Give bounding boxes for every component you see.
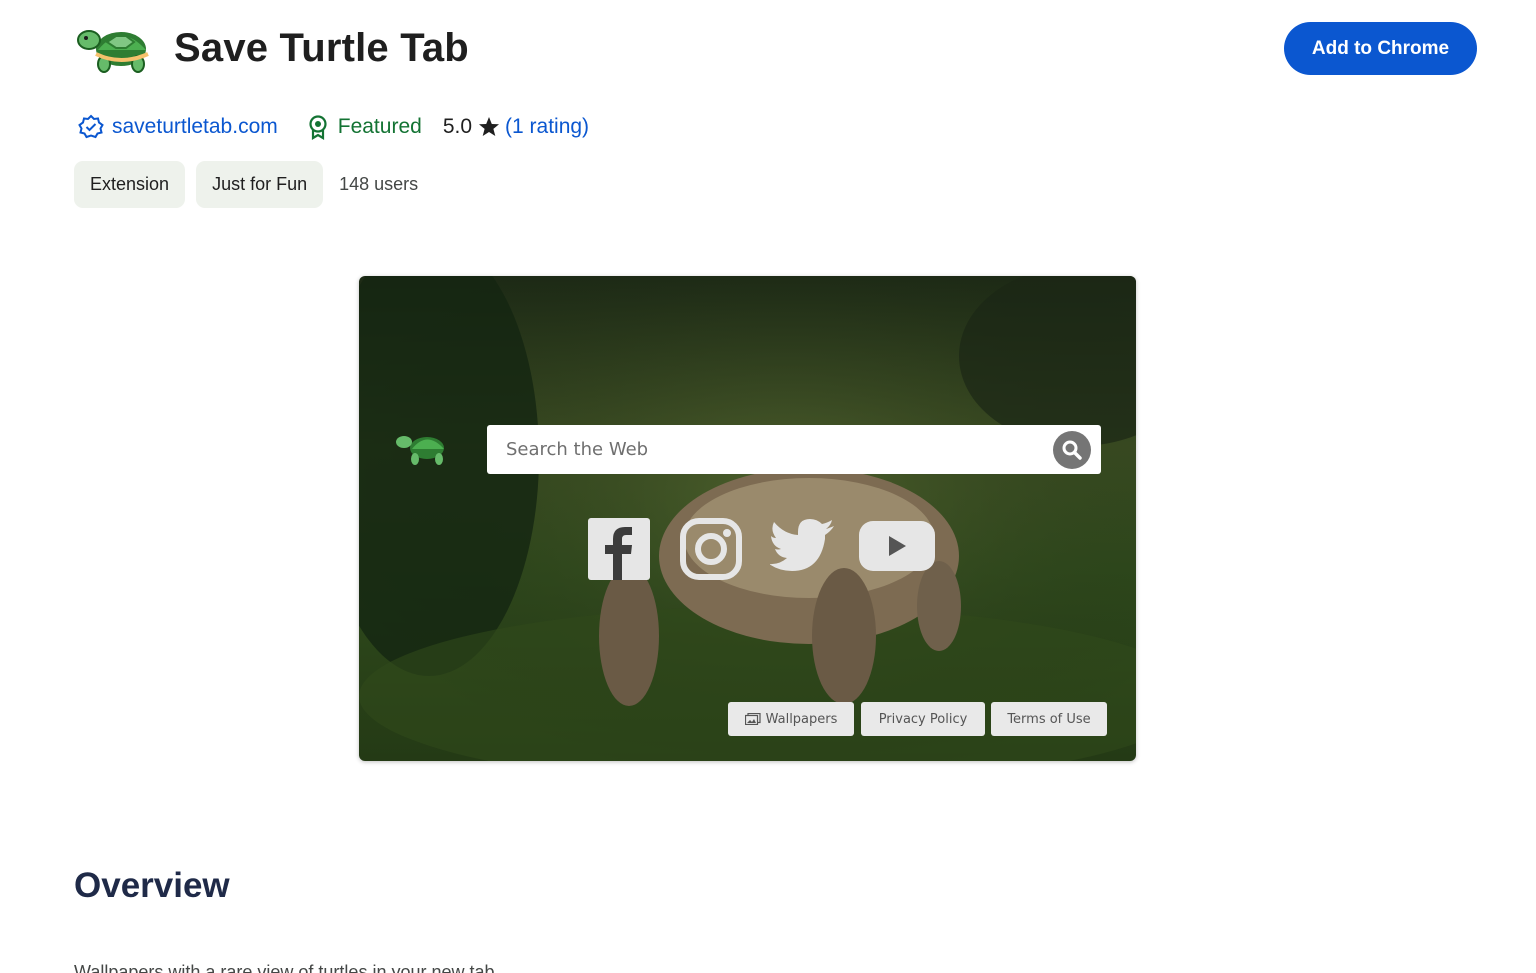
header: Save Turtle Tab [74, 20, 469, 76]
twitter-icon[interactable] [770, 518, 836, 578]
verified-badge-icon [78, 114, 104, 139]
preview-search-box[interactable]: Search the Web [487, 425, 1101, 474]
star-icon [479, 117, 500, 136]
featured-item: Featured [306, 114, 422, 140]
privacy-policy-button[interactable]: Privacy Policy [861, 702, 985, 736]
turtle-background-image [359, 276, 1136, 761]
screenshot-preview[interactable]: Search the Web Wallpapers Privacy Policy… [359, 276, 1136, 761]
featured-label: Featured [337, 115, 422, 138]
site-link-item[interactable]: saveturtletab.com [78, 114, 278, 140]
wallpapers-button[interactable]: Wallpapers [728, 702, 854, 736]
preview-search-placeholder: Search the Web [506, 439, 649, 460]
mini-turtle-icon [396, 436, 444, 465]
rating-item: 5.0 (1 rating) [443, 115, 589, 139]
page-title: Save Turtle Tab [174, 25, 469, 70]
chip-just-for-fun[interactable]: Just for Fun [196, 161, 324, 208]
terms-of-use-button[interactable]: Terms of Use [991, 702, 1107, 736]
add-to-chrome-button[interactable]: Add to Chrome [1284, 22, 1477, 75]
meta-row: saveturtletab.com Featured 5.0 (1 rating… [78, 111, 589, 143]
search-icon [1062, 440, 1082, 460]
wallpapers-label: Wallpapers [765, 711, 838, 727]
rating-count-link[interactable]: (1 rating) [505, 115, 589, 139]
image-gallery-icon [744, 713, 761, 725]
youtube-icon[interactable] [859, 518, 935, 574]
chip-extension[interactable]: Extension [74, 161, 186, 208]
instagram-icon[interactable] [680, 518, 742, 580]
user-count: 148 users [339, 174, 419, 194]
facebook-icon[interactable] [588, 518, 650, 580]
award-ribbon-icon [309, 115, 327, 140]
developer-website-link[interactable]: saveturtletab.com [112, 115, 278, 139]
turtle-icon [77, 30, 149, 73]
overview-description: Wallpapers with a rare view of turtles i… [74, 962, 495, 973]
search-button[interactable] [1053, 431, 1091, 469]
overview-heading: Overview [74, 866, 230, 905]
category-chips: Extension Just for Fun 148 users [74, 161, 418, 208]
rating-value: 5.0 [442, 115, 473, 138]
